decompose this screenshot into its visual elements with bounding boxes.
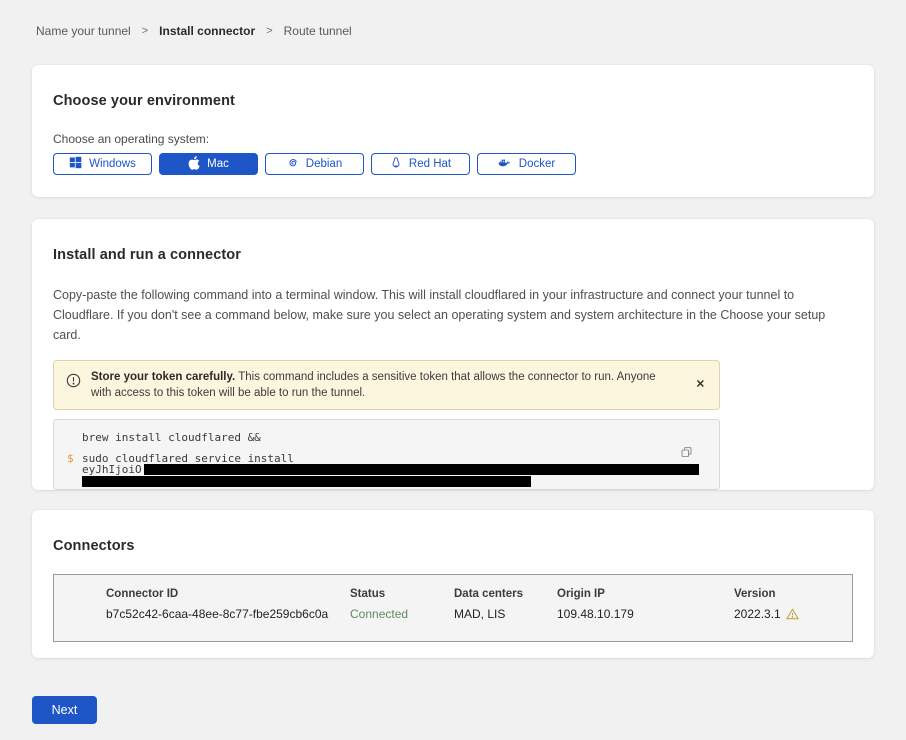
install-description: Copy-paste the following command into a … <box>53 285 853 345</box>
token-warning-banner: Store your token carefully. This command… <box>53 360 720 410</box>
os-button-debian[interactable]: Debian <box>265 153 364 175</box>
install-command-code-block[interactable]: brew install cloudflared && $ sudo cloud… <box>53 419 720 490</box>
environment-card-title: Choose your environment <box>53 93 853 109</box>
connector-origin-ip-value: 109.48.10.179 <box>557 607 734 623</box>
next-button[interactable]: Next <box>32 696 97 724</box>
debian-icon <box>287 157 299 172</box>
os-button-docker[interactable]: Docker <box>477 153 576 175</box>
code-line-brew: brew install cloudflared && <box>54 432 719 444</box>
connectors-card: Connectors Connector ID Status Data cent… <box>32 510 874 658</box>
os-button-redhat[interactable]: Red Hat <box>371 153 470 175</box>
os-button-group: Windows Mac Debian Red Hat Docker <box>53 153 853 175</box>
install-connector-card: Install and run a connector Copy-paste t… <box>32 219 874 490</box>
warning-triangle-icon <box>786 609 799 623</box>
os-button-label: Red Hat <box>409 158 451 170</box>
os-button-windows[interactable]: Windows <box>53 153 152 175</box>
col-header-origin-ip: Origin IP <box>557 588 734 600</box>
breadcrumb: Name your tunnel > Install connector > R… <box>0 0 906 38</box>
os-button-label: Debian <box>306 158 342 170</box>
os-button-label: Docker <box>519 158 555 170</box>
breadcrumb-name-your-tunnel[interactable]: Name your tunnel <box>36 24 131 38</box>
info-icon <box>66 373 81 393</box>
redacted-token-bar <box>82 476 531 487</box>
code-line-token: eyJhIjoiO <box>54 464 719 476</box>
connector-version-value: 2022.3.1 <box>734 607 852 623</box>
choose-environment-card: Choose your environment Choose an operat… <box>32 65 874 197</box>
redacted-token-bar <box>144 464 699 475</box>
breadcrumb-separator: > <box>266 25 272 37</box>
os-button-label: Mac <box>207 158 229 170</box>
os-select-label: Choose an operating system: <box>53 132 853 146</box>
breadcrumb-separator: > <box>142 25 148 37</box>
shell-prompt: $ <box>67 453 74 465</box>
close-icon[interactable]: ✕ <box>692 376 709 395</box>
wizard-footer: Next <box>32 696 906 724</box>
connectors-card-title: Connectors <box>53 538 853 554</box>
connector-data-centers-value: MAD, LIS <box>454 607 557 623</box>
warning-title: Store your token carefully. <box>91 371 235 383</box>
install-card-title: Install and run a connector <box>53 247 853 263</box>
col-header-status: Status <box>350 588 454 600</box>
docker-icon <box>498 157 512 172</box>
code-line-service: $ sudo cloudflared service install <box>54 453 719 465</box>
connector-id-value: b7c52c42-6caa-48ee-8c77-fbe259cb6c0a <box>106 607 350 623</box>
windows-icon <box>69 156 82 172</box>
copy-icon[interactable] <box>678 444 695 464</box>
breadcrumb-install-connector[interactable]: Install connector <box>159 24 255 38</box>
col-header-data-centers: Data centers <box>454 588 557 600</box>
os-button-label: Windows <box>89 158 136 170</box>
apple-icon <box>188 156 200 173</box>
connectors-table: Connector ID Status Data centers Origin … <box>53 574 853 642</box>
col-header-connector-id: Connector ID <box>106 588 350 600</box>
code-line-token-2 <box>54 476 719 488</box>
connector-status-value: Connected <box>350 607 454 623</box>
col-header-version: Version <box>734 588 852 600</box>
redhat-icon <box>390 156 402 172</box>
warning-text: Store your token carefully. This command… <box>91 369 663 401</box>
breadcrumb-route-tunnel[interactable]: Route tunnel <box>284 24 352 38</box>
os-button-mac[interactable]: Mac <box>159 153 258 175</box>
